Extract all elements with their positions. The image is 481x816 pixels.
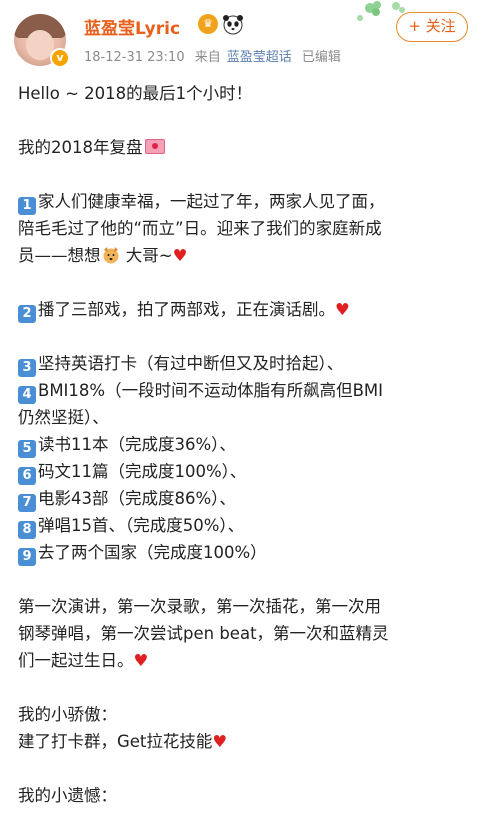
heart-icon: ♥	[172, 246, 188, 265]
post-header: v 蓝盈莹Lyric ♛ 18-12-31 23:10 来自 蓝盈莹超话 已编辑 …	[0, 0, 481, 70]
heart-icon: ♥	[133, 651, 149, 670]
number-4-icon: 4	[18, 386, 36, 404]
post-content: Hello ~ 2018的最后1个小时！ 我的2018年复盘 1 家人们健康幸福，…	[18, 80, 470, 809]
follow-button[interactable]: + 关注	[396, 12, 468, 42]
username[interactable]: 蓝盈莹Lyric	[84, 14, 180, 39]
verified-icon: v	[50, 48, 70, 68]
number-2-icon: 2	[18, 305, 36, 323]
text-line: 陪毛毛过了他的“而立”日。迎来了我们的家庭新成	[18, 219, 382, 238]
list-item: 5 读书11本（完成度36%）、	[18, 431, 470, 458]
text-line: 们一起过生日。♥	[18, 651, 149, 670]
love-letter-icon	[144, 139, 165, 154]
number-9-icon: 9	[18, 548, 36, 566]
list-item: 9 去了两个国家（完成度100%）	[18, 539, 470, 566]
number-5-icon: 5	[18, 440, 36, 458]
number-8-icon: 8	[18, 521, 36, 539]
number-3-icon: 3	[18, 359, 36, 377]
list-item: 8 弹唱15首、（完成度50%）、	[18, 512, 470, 539]
source-link[interactable]: 蓝盈莹超话	[227, 50, 292, 65]
source-prefix: 来自	[194, 50, 221, 65]
text-line: 仍然坚挺）、	[18, 408, 109, 427]
text-line: 钢琴弹唱，第一次尝试pen beat，第一次和蓝精灵	[18, 624, 389, 643]
number-6-icon: 6	[18, 467, 36, 485]
list-item: 4 BMI18%（一段时间不运动体脂有所飙高但BMI	[18, 377, 470, 404]
text-line: 第一次演讲，第一次录歌，第一次插花，第一次用	[18, 597, 381, 616]
text-line: 建了打卡群，Get拉花技能♥	[18, 732, 228, 751]
heart-icon: ♥	[212, 732, 228, 751]
text-line: 员——想想 大哥~♥	[18, 246, 188, 265]
list-item: 6 码文11篇（完成度100%）、	[18, 458, 470, 485]
list-item: 7 电影43部（完成度86%）、	[18, 485, 470, 512]
crown-icon: ♛	[198, 14, 218, 34]
heart-icon: ♥	[335, 300, 350, 319]
post-meta: 18-12-31 23:10 来自 蓝盈莹超话 已编辑	[84, 46, 347, 65]
number-7-icon: 7	[18, 494, 36, 512]
text-line: 我的2018年复盘	[18, 134, 470, 161]
list-item: 2 播了三部戏，拍了两部戏，正在演话剧。♥	[18, 296, 470, 323]
edited-label[interactable]: 已编辑	[302, 50, 341, 65]
timestamp: 18-12-31 23:10	[84, 50, 185, 65]
dog-face-icon	[103, 247, 118, 264]
section-title: 我的2018年复盘	[18, 138, 143, 157]
section-title: 我的小遗憾：	[18, 786, 117, 805]
panda-icon	[223, 15, 243, 35]
number-1-icon: 1	[18, 197, 36, 215]
list-item: 3 坚持英语打卡（有过中断但又及时拾起）、	[18, 350, 470, 377]
text-line: Hello ~ 2018的最后1个小时！	[18, 84, 253, 103]
list-item: 1 家人们健康幸福，一起过了年，两家人见了面，	[18, 188, 470, 215]
section-title: 我的小骄傲：	[18, 705, 117, 724]
